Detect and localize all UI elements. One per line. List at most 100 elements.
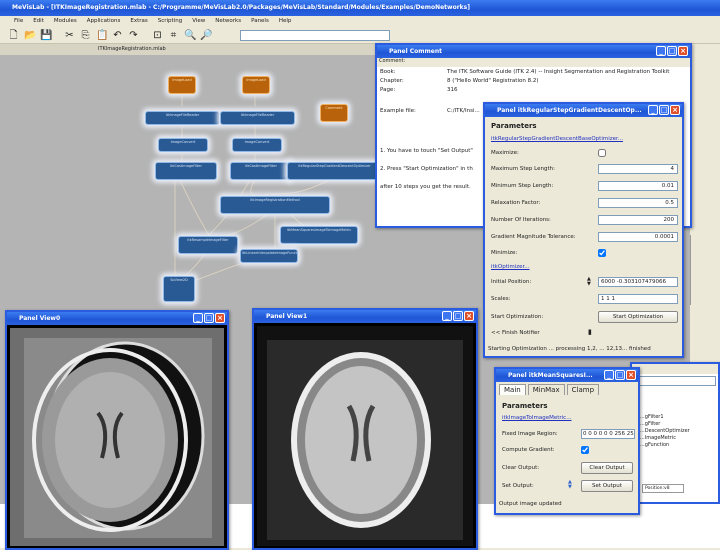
field-input[interactable]: 200 bbox=[598, 215, 678, 225]
menu-networks[interactable]: Networks bbox=[215, 16, 241, 27]
network-node[interactable]: itkImageFileReader bbox=[145, 111, 220, 125]
field-input[interactable]: 0.5 bbox=[598, 198, 678, 208]
redo-icon[interactable]: ↷ bbox=[128, 30, 139, 41]
set-output-button[interactable]: Set Output bbox=[581, 480, 633, 492]
network-node[interactable]: ImageConvert bbox=[158, 138, 208, 152]
menu-applications[interactable]: Applications bbox=[87, 16, 121, 27]
base-optimizer-link[interactable]: itkRegularStepGradientDescentBaseOptimiz… bbox=[491, 136, 623, 142]
menu-edit[interactable]: Edit bbox=[33, 16, 44, 27]
connector-icon[interactable]: ▲ ▼ bbox=[568, 480, 576, 490]
close-button[interactable]: × bbox=[215, 313, 225, 323]
network-node[interactable]: itkLinearInterpolateImageFunction bbox=[240, 249, 298, 263]
menu-view[interactable]: View bbox=[192, 16, 205, 27]
close-button[interactable]: × bbox=[464, 311, 474, 321]
paste-icon[interactable]: 📋 bbox=[96, 30, 108, 41]
network-node[interactable]: ImageLoad bbox=[242, 76, 270, 94]
comment-header: Comment: bbox=[377, 58, 690, 67]
comment-value: 316 bbox=[447, 87, 458, 93]
menu-file[interactable]: File bbox=[14, 16, 23, 27]
optimizer-link[interactable]: itkOptimizer... bbox=[491, 264, 530, 270]
panel-title: Panel itkMeanSquaresI... bbox=[508, 372, 593, 379]
side-panel-top bbox=[690, 235, 720, 305]
list-item[interactable]: ...gFunction bbox=[640, 442, 690, 449]
zoom-fit-icon[interactable]: ⌗ bbox=[168, 30, 179, 41]
network-node[interactable]: itkResampleImageFilter bbox=[178, 236, 238, 254]
menu-help[interactable]: Help bbox=[279, 16, 292, 27]
close-button[interactable]: × bbox=[626, 370, 636, 380]
close-button[interactable]: × bbox=[678, 46, 688, 56]
field-input[interactable]: 0.01 bbox=[598, 181, 678, 191]
maximize-button[interactable]: □ bbox=[667, 46, 677, 56]
maximize-button[interactable]: □ bbox=[204, 313, 214, 323]
initial-position-field[interactable]: 6000 -0.303107479066 bbox=[598, 277, 678, 287]
view1-image[interactable] bbox=[257, 326, 473, 546]
toolbar-search-input[interactable] bbox=[240, 30, 390, 41]
comment-key: Example file: bbox=[380, 108, 416, 114]
network-node[interactable]: itkImageRegistrationMethod bbox=[220, 196, 330, 214]
comment-note: 1. You have to touch "Set Output" bbox=[380, 148, 473, 154]
fit-icon[interactable]: ⊡ bbox=[152, 30, 163, 41]
list-item[interactable]: ...ImageMetric bbox=[640, 435, 690, 442]
comment-key: Chapter: bbox=[380, 78, 404, 84]
metric-link[interactable]: itkImageToImageMetric... bbox=[502, 415, 571, 421]
position-field[interactable]: Position:v8 bbox=[642, 484, 684, 493]
menu-panels[interactable]: Panels bbox=[251, 16, 269, 27]
network-node[interactable]: itkCastImageFilter bbox=[155, 162, 217, 180]
close-button[interactable]: × bbox=[670, 105, 680, 115]
trigger-icon[interactable]: ▮ bbox=[588, 328, 596, 337]
status-text: Starting Optimization ... processing 1,2… bbox=[488, 346, 651, 352]
set-output-label: Set Output: bbox=[502, 483, 534, 489]
tab-main[interactable]: Main bbox=[499, 384, 526, 395]
comment-key: Book: bbox=[380, 69, 396, 75]
field-label: Relaxation Factor: bbox=[491, 200, 541, 206]
start-optimization-button[interactable]: Start Optimization bbox=[598, 311, 678, 323]
minimize-checkbox[interactable] bbox=[598, 249, 606, 257]
maximize-checkbox[interactable] bbox=[598, 149, 606, 157]
open-icon[interactable]: 📂 bbox=[24, 30, 36, 41]
minimize-button[interactable]: _ bbox=[648, 105, 658, 115]
minimize-button[interactable]: _ bbox=[442, 311, 452, 321]
maximize-button[interactable]: □ bbox=[453, 311, 463, 321]
zoom-out-icon[interactable]: 🔎 bbox=[200, 30, 212, 41]
save-icon[interactable]: 💾 bbox=[40, 30, 52, 41]
minimize-button[interactable]: _ bbox=[656, 46, 666, 56]
list-item[interactable]: ...gFilter bbox=[640, 421, 690, 428]
tab-minmax[interactable]: MinMax bbox=[527, 384, 565, 395]
toolbar: 🗋 📂 💾 ✂ ⎘ 📋 ↶ ↷ ⊡ ⌗ 🔍 🔎 bbox=[0, 27, 720, 44]
network-node[interactable]: ImageConvert bbox=[232, 138, 282, 152]
menu-extras[interactable]: Extras bbox=[130, 16, 147, 27]
network-node[interactable]: itkMeanSquaresImageToImageMetric bbox=[280, 226, 358, 244]
menu-modules[interactable]: Modules bbox=[54, 16, 77, 27]
undo-icon[interactable]: ↶ bbox=[112, 30, 123, 41]
clear-output-button[interactable]: Clear Output bbox=[581, 462, 633, 474]
list-item[interactable]: ...DescentOptimizer bbox=[640, 428, 690, 435]
tab-clamp[interactable]: Clamp bbox=[566, 384, 600, 395]
network-node[interactable]: Comment bbox=[320, 104, 348, 122]
fixed-region-field[interactable]: 0 0 0 0 0 0 256 256 1 bbox=[581, 429, 635, 439]
minimize-button[interactable]: _ bbox=[604, 370, 614, 380]
maximize-button[interactable]: □ bbox=[659, 105, 669, 115]
field-input[interactable]: 4 bbox=[598, 164, 678, 174]
network-node[interactable]: itkCastImageFilter bbox=[230, 162, 292, 180]
module-list-panel: ...gFilter1 ...gFilter ...DescentOptimizer… bbox=[630, 362, 720, 504]
network-node[interactable]: itkImageFileReader bbox=[220, 111, 295, 125]
compute-gradient-checkbox[interactable] bbox=[581, 446, 589, 454]
view0-image[interactable] bbox=[10, 328, 224, 546]
network-node[interactable]: SoView2D bbox=[163, 276, 195, 302]
cut-icon[interactable]: ✂ bbox=[64, 30, 75, 41]
maximize-button[interactable]: □ bbox=[615, 370, 625, 380]
scales-field[interactable]: 1 1 1 bbox=[598, 294, 678, 304]
field-label: Number Of Iterations: bbox=[491, 217, 551, 223]
network-node[interactable]: ImageLoad bbox=[168, 76, 196, 94]
copy-icon[interactable]: ⎘ bbox=[80, 30, 91, 41]
spin-arrows-icon[interactable]: ▲ ▼ bbox=[587, 277, 593, 287]
list-item[interactable]: ...gFilter1 bbox=[640, 414, 690, 421]
optimizer-panel: Panel itkRegularStepGradientDescentOp...… bbox=[483, 102, 684, 358]
new-icon[interactable]: 🗋 bbox=[8, 30, 19, 41]
zoom-in-icon[interactable]: 🔍 bbox=[184, 30, 196, 41]
menu-scripting[interactable]: Scripting bbox=[158, 16, 182, 27]
field-input[interactable]: 0.0001 bbox=[598, 232, 678, 242]
network-node[interactable]: itkRegularStepGradientDescentOptimizer bbox=[287, 162, 382, 180]
panel-title: Panel View0 bbox=[19, 315, 61, 322]
minimize-button[interactable]: _ bbox=[193, 313, 203, 323]
